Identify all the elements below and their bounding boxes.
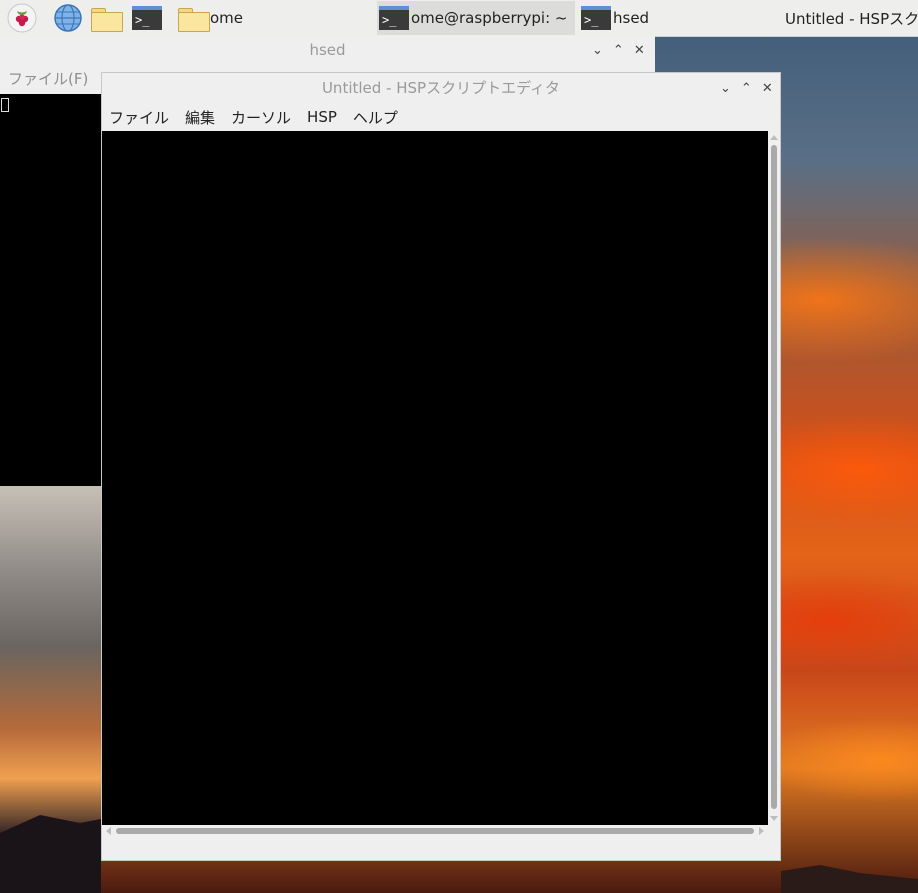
task-file-manager[interactable]: ome <box>176 1 374 35</box>
editor-menu-bar: ファイル 編集 カーソル HSP ヘルプ <box>102 103 780 131</box>
hsed-title-bar[interactable]: hsed <box>0 36 655 64</box>
taskbar: >_ ome >_ ome@raspberrypi: ~ >_ hsed Unt… <box>0 0 918 37</box>
menu-cursor[interactable]: カーソル <box>231 107 291 128</box>
editor-window-controls: ⌄ ⌃ ✕ <box>720 73 773 103</box>
raspberry-menu-icon[interactable] <box>6 3 38 33</box>
menu-edit[interactable]: 編集 <box>185 107 215 128</box>
maximize-icon[interactable]: ⌃ <box>741 81 752 96</box>
terminal-icon[interactable]: >_ <box>131 3 163 33</box>
menu-hsp[interactable]: HSP <box>307 108 337 126</box>
task-hsp-editor[interactable]: Untitled - HSPスクリプトエディタ <box>781 1 918 35</box>
terminal-icon: >_ <box>581 6 611 30</box>
task-label: hsed <box>613 9 650 27</box>
menu-file[interactable]: ファイル <box>109 107 169 128</box>
window-title: Untitled - HSPスクリプトエディタ <box>321 79 561 97</box>
menu-help[interactable]: ヘルプ <box>353 107 398 128</box>
task-label: ome <box>210 9 244 27</box>
file-manager-icon[interactable] <box>91 3 123 33</box>
scroll-left-icon[interactable] <box>106 827 111 835</box>
minimize-icon[interactable]: ⌄ <box>592 43 603 58</box>
task-terminal[interactable]: >_ ome@raspberrypi: ~ <box>377 1 575 35</box>
code-editor-area[interactable] <box>102 131 768 825</box>
maximize-icon[interactable]: ⌃ <box>613 43 624 58</box>
close-icon[interactable]: ✕ <box>762 81 773 96</box>
close-icon[interactable]: ✕ <box>634 43 645 58</box>
menu-file[interactable]: ファイル(F) <box>8 70 88 88</box>
task-label: Untitled - HSPスクリプトエディタ <box>785 9 918 28</box>
scroll-right-icon[interactable] <box>759 827 764 835</box>
terminal-icon: >_ <box>379 6 409 30</box>
scrollbar-thumb[interactable] <box>771 145 777 809</box>
hsp-editor-window: Untitled - HSPスクリプトエディタ ⌄ ⌃ ✕ ファイル 編集 カー… <box>101 72 781 861</box>
task-label: ome@raspberrypi: ~ <box>411 9 568 27</box>
text-cursor <box>1 98 9 112</box>
status-bar <box>102 837 780 860</box>
window-title: hsed <box>309 41 346 59</box>
folder-icon <box>178 6 210 32</box>
web-browser-icon[interactable] <box>52 3 84 33</box>
minimize-icon[interactable]: ⌄ <box>720 81 731 96</box>
scrollbar-thumb[interactable] <box>116 828 754 834</box>
scroll-down-icon[interactable] <box>770 816 778 821</box>
editor-title-bar[interactable]: Untitled - HSPスクリプトエディタ <box>102 73 780 103</box>
hsed-window-controls: ⌄ ⌃ ✕ <box>592 36 645 64</box>
task-hsed[interactable]: >_ hsed <box>579 1 777 35</box>
scroll-up-icon[interactable] <box>770 135 778 140</box>
horizontal-scrollbar[interactable] <box>102 825 768 837</box>
vertical-scrollbar[interactable] <box>768 131 780 825</box>
